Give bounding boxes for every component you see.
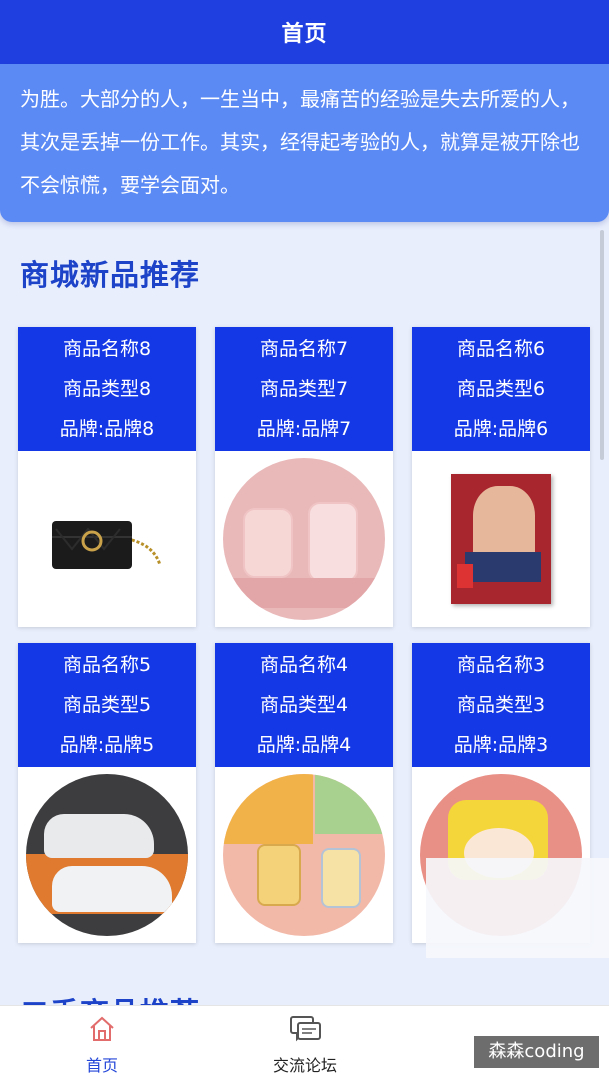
- black-handbag-icon: [52, 521, 162, 569]
- product-grid: 商品名称8 商品类型8 品牌:品牌8 商品名称7 商品类型7 品牌:品牌7 商品…: [18, 327, 591, 943]
- product-type: 商品类型8: [62, 378, 152, 400]
- product-info: 商品名称7 商品类型7 品牌:品牌7: [215, 327, 393, 451]
- product-brand: 品牌:品牌8: [59, 418, 155, 440]
- notice-banner: 为胜。大部分的人，一生当中，最痛苦的经验是失去所爱的人，其次是丢掉一份工作。其实…: [0, 64, 609, 222]
- product-info: 商品名称3 商品类型3 品牌:品牌3: [412, 643, 590, 767]
- product-info: 商品名称4 商品类型4 品牌:品牌4: [215, 643, 393, 767]
- product-image[interactable]: [215, 767, 393, 943]
- white-sneakers-icon: [26, 774, 188, 936]
- product-image[interactable]: [18, 767, 196, 943]
- product-brand: 品牌:品牌7: [256, 418, 352, 440]
- notice-text: 为胜。大部分的人，一生当中，最痛苦的经验是失去所爱的人，其次是丢掉一份工作。其实…: [20, 87, 580, 197]
- baby-sippy-cups-icon: [223, 774, 385, 936]
- section-title-used-products: 二手商品推荐: [20, 990, 200, 1005]
- product-brand: 品牌:品牌4: [256, 734, 352, 756]
- product-image[interactable]: [18, 451, 196, 627]
- product-info: 商品名称5 商品类型5 品牌:品牌5: [18, 643, 196, 767]
- product-card[interactable]: 商品名称6 商品类型6 品牌:品牌6: [412, 327, 590, 627]
- product-name: 商品名称6: [456, 338, 546, 360]
- product-type: 商品类型4: [259, 694, 349, 716]
- product-name: 商品名称7: [259, 338, 349, 360]
- obscured-area: [426, 858, 609, 958]
- product-card[interactable]: 商品名称5 商品类型5 品牌:品牌5: [18, 643, 196, 943]
- section-title-new-products: 商城新品推荐: [20, 258, 201, 292]
- product-brand: 品牌:品牌5: [59, 734, 155, 756]
- product-type: 商品类型6: [456, 378, 546, 400]
- product-card[interactable]: 商品名称4 商品类型4 品牌:品牌4: [215, 643, 393, 943]
- tab-home-label: 首页: [85, 1056, 118, 1075]
- product-info: 商品名称8 商品类型8 品牌:品牌8: [18, 327, 196, 451]
- product-name: 商品名称8: [62, 338, 152, 360]
- watermark: 森森coding: [474, 1036, 599, 1068]
- page-title: 首页: [281, 22, 328, 47]
- tab-home[interactable]: 首页: [42, 1014, 162, 1076]
- product-image[interactable]: [412, 451, 590, 627]
- red-book-cover-icon: [451, 474, 551, 604]
- tab-forum-label: 交流论坛: [272, 1056, 337, 1075]
- product-brand: 品牌:品牌6: [453, 418, 549, 440]
- product-name: 商品名称5: [62, 654, 152, 676]
- product-name: 商品名称4: [259, 654, 349, 676]
- home-icon: [90, 1016, 114, 1041]
- product-brand: 品牌:品牌3: [453, 734, 549, 756]
- product-info: 商品名称6 商品类型6 品牌:品牌6: [412, 327, 590, 451]
- product-image[interactable]: [215, 451, 393, 627]
- product-card[interactable]: 商品名称7 商品类型7 品牌:品牌7: [215, 327, 393, 627]
- product-name: 商品名称3: [456, 654, 546, 676]
- product-type: 商品类型5: [62, 694, 152, 716]
- tab-forum[interactable]: 交流论坛: [245, 1014, 365, 1076]
- chat-bubble-icon: [290, 1016, 321, 1042]
- scrollbar[interactable]: [600, 230, 604, 460]
- nav-bar: 首页: [0, 0, 609, 64]
- product-type: 商品类型7: [259, 378, 349, 400]
- pink-baby-bottles-icon: [223, 458, 385, 620]
- product-type: 商品类型3: [456, 694, 546, 716]
- product-card[interactable]: 商品名称8 商品类型8 品牌:品牌8: [18, 327, 196, 627]
